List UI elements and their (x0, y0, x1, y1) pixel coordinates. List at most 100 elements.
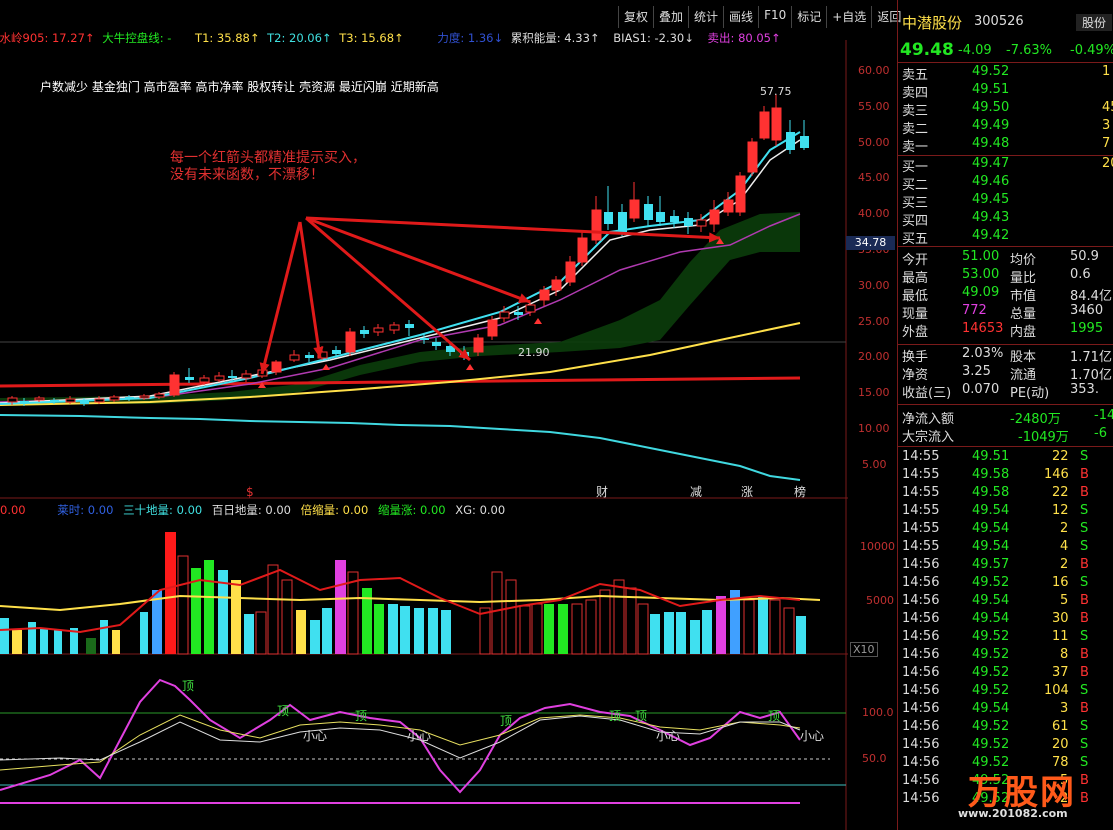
stat-label-2: 内盘 (1010, 325, 1037, 340)
tick-time: 14:55 (902, 449, 940, 464)
ask-row[interactable]: 卖一 49.48 7 (898, 136, 1113, 155)
tick-row: 14:56 49.54 30 B (898, 611, 1113, 629)
tick-time: 14:55 (902, 521, 940, 536)
candle-body (50, 400, 59, 402)
stat-label: 现量 (902, 307, 929, 322)
stock-side-label: 股份 (1076, 14, 1113, 31)
tick-price: 49.52 (972, 629, 1010, 644)
volume-bar (204, 560, 214, 654)
price-axis-label: 5.00 (862, 457, 887, 471)
vol-e: 倍缩量: 0.00 (300, 503, 369, 517)
tick-vol: 22 (1052, 485, 1069, 500)
btn-huaxian[interactable]: 画线 (723, 6, 758, 28)
tick-row: 14:56 49.52 11 S (898, 629, 1113, 647)
tick-time: 14:56 (902, 557, 940, 572)
candle-body (125, 397, 134, 399)
candle-body (305, 355, 314, 358)
btn-diejia[interactable]: 叠加 (653, 6, 688, 28)
ask-row[interactable]: 卖四 49.51 (898, 82, 1113, 101)
volume-bar (519, 605, 531, 655)
book-label: 买三 (902, 196, 929, 211)
buy-mark (322, 364, 330, 370)
osc-label: 顶 (635, 709, 647, 723)
info-t2: T2: 20.06↑ (267, 31, 332, 45)
volume-bar (441, 610, 451, 654)
stat-label-2: 股本 (1010, 350, 1037, 365)
btn-f10[interactable]: F10 (758, 6, 791, 28)
volume-bar (637, 603, 649, 655)
candle-body (405, 324, 414, 328)
ask-row[interactable]: 卖二 49.49 3 (898, 118, 1113, 137)
bid-row[interactable]: 买一 49.47 20 (898, 156, 1113, 175)
bid-row[interactable]: 买五 49.42 (898, 228, 1113, 247)
volume-bar (650, 614, 660, 654)
bid-row[interactable]: 买三 49.45 (898, 192, 1113, 211)
price-axis-label: 20.00 (858, 350, 890, 364)
flow-value-2: -6 (1094, 426, 1107, 441)
tick-side: S (1080, 629, 1089, 644)
ask-row[interactable]: 卖五 49.52 1 (898, 64, 1113, 83)
bid-row[interactable]: 买四 49.43 (898, 210, 1113, 229)
tick-row: 14:56 49.52 16 S (898, 575, 1113, 593)
stat-label: 换手 (902, 350, 929, 365)
tick-row: 14:56 49.54 5 B (898, 593, 1113, 611)
stat-row: 最低 49.09 市值 84.4亿 (898, 285, 1113, 304)
tick-side: B (1080, 485, 1089, 500)
stat-row: 现量 772 总量 3460 (898, 303, 1113, 322)
candle-body (604, 212, 613, 224)
btn-biaoji[interactable]: 标记 (791, 6, 826, 28)
tick-price: 49.54 (972, 539, 1010, 554)
candle-body (473, 337, 484, 353)
volume-bar (585, 599, 597, 655)
chart-area[interactable]: 57.75 21.90 顶顶顶顶顶顶顶小心 小心 小心 小心 $ 财减涨榜 复权 叠加 … (0, 0, 901, 830)
tick-row: 14:55 49.54 2 S (898, 521, 1113, 539)
watermark-logo: 万股网 www.201082.com (948, 765, 1113, 825)
btn-tongji[interactable]: 统计 (688, 6, 723, 28)
tick-vol: 2 (1060, 557, 1069, 572)
candle-body (684, 218, 693, 226)
volume-bar (479, 607, 491, 655)
stat-label: 净资 (902, 368, 929, 383)
btn-fuquan[interactable]: 复权 (618, 6, 653, 28)
tick-time: 14:56 (902, 719, 940, 734)
stat-value-2: 1.71亿 (1070, 350, 1112, 365)
tick-price: 49.58 (972, 467, 1010, 482)
volume-bar (310, 620, 320, 654)
stat-value: 2.03% (962, 346, 1004, 361)
candle-body (800, 136, 809, 148)
tick-price: 49.54 (972, 593, 1010, 608)
vol-f: 缩量涨: 0.00 (377, 503, 446, 517)
candle-body (289, 354, 300, 361)
tick-vol: 8 (1060, 647, 1069, 662)
tick-side: B (1080, 665, 1089, 680)
tick-row: 14:55 49.58 22 B (898, 485, 1113, 503)
volume-bar (231, 580, 241, 654)
candle-body (241, 373, 252, 379)
candle-body (34, 397, 45, 401)
btn-zixuan[interactable]: +自选 (826, 6, 871, 28)
volume-bar (86, 638, 96, 654)
candle-body (656, 212, 665, 222)
tick-time: 14:56 (902, 593, 940, 608)
volume-info-bar: 0.00 莱时: 0.00 三十地量: 0.00 百日地量: 0.00 倍缩量:… (0, 502, 505, 518)
stat-label-2: 均价 (1010, 253, 1037, 268)
cyan-long-line (0, 414, 801, 481)
tick-time: 14:55 (902, 503, 940, 518)
vol-axis-10000: 10000 (860, 540, 895, 553)
stat-value-2: 50.9 (1070, 249, 1099, 264)
bid-row[interactable]: 买二 49.46 (898, 174, 1113, 193)
volume-bar (244, 614, 254, 654)
tick-time: 14:56 (902, 629, 940, 644)
volume-bar (664, 612, 674, 654)
book-price: 49.49 (972, 118, 1010, 133)
book-label: 卖四 (902, 86, 929, 101)
ask-row[interactable]: 卖三 49.50 45 (898, 100, 1113, 119)
volume-bar (676, 612, 686, 654)
stat-value: 53.00 (962, 267, 1000, 282)
volume-bar (414, 608, 424, 654)
tick-time: 14:56 (902, 791, 940, 806)
tick-price: 49.52 (972, 665, 1010, 680)
book-price: 49.48 (972, 136, 1010, 151)
tick-price: 49.52 (972, 719, 1010, 734)
volume-bar (112, 630, 120, 654)
